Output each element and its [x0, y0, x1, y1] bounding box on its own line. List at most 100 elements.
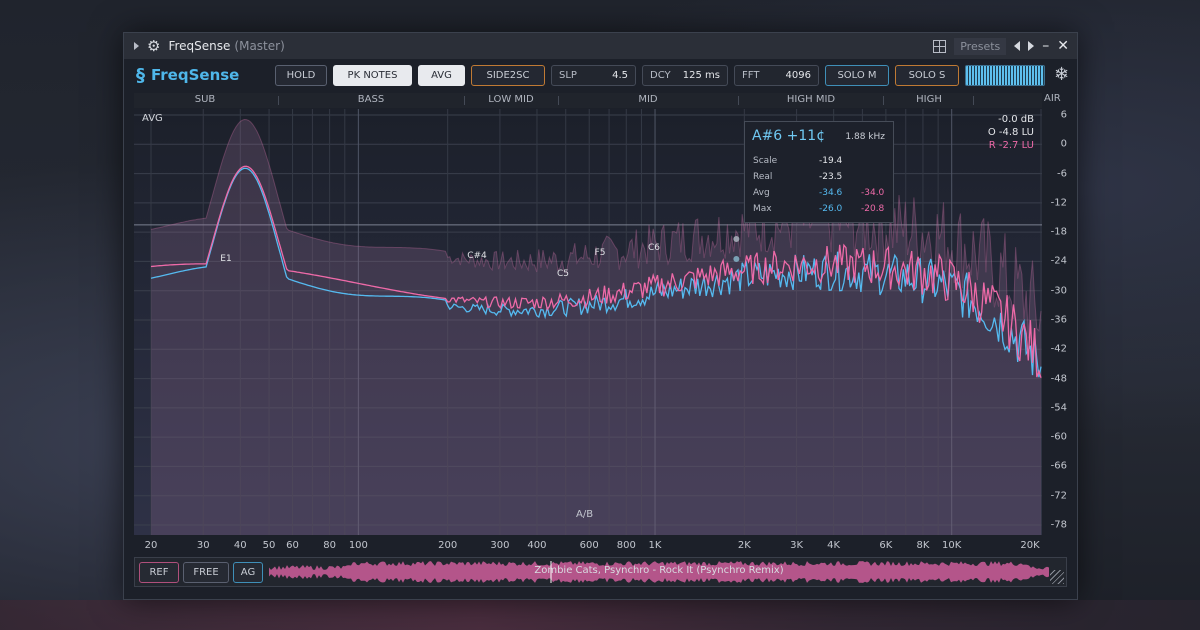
- band-low-mid: LOW MID: [488, 94, 534, 105]
- free-button[interactable]: FREE: [183, 562, 229, 583]
- note-label: E1: [220, 254, 232, 264]
- y-tick-label: -48: [1050, 373, 1067, 385]
- fft-value: 4096: [785, 70, 811, 81]
- spectrum-svg: [134, 109, 1042, 535]
- x-tick-label: 20: [144, 540, 158, 551]
- tooltip-value-b: -34.0: [861, 188, 885, 198]
- db-axis: 6 0 -6 -12 -18 -24 -30 -36 -42 -48 -54 -60 -66 -72 -78: [1042, 109, 1077, 535]
- tooltip-key: Scale: [753, 156, 778, 166]
- tooltip-key: Avg: [753, 188, 770, 198]
- x-tick-label: 50: [262, 540, 276, 551]
- slope-value: 4.5: [612, 70, 628, 81]
- minimize-button[interactable]: –: [1042, 39, 1049, 53]
- resize-handle-icon[interactable]: [1050, 570, 1064, 584]
- logo-icon: §: [136, 64, 145, 86]
- y-tick-label: -12: [1050, 197, 1067, 209]
- ab-label: A/B: [576, 509, 594, 520]
- collapse-arrow-icon[interactable]: [134, 42, 139, 50]
- x-tick-label: 10K: [942, 540, 962, 551]
- x-tick-label: 4K: [827, 540, 841, 551]
- y-tick-label: 0: [1060, 138, 1067, 150]
- x-tick-label: 80: [323, 540, 336, 551]
- note-label: C#4: [467, 251, 487, 261]
- grid-icon[interactable]: [933, 39, 947, 53]
- window-title: FreqSense: [168, 39, 231, 53]
- logo-text: FreqSense: [151, 66, 240, 84]
- y-tick-label: -78: [1050, 519, 1067, 531]
- plugin-window: ⚙ FreqSense (Master) Presets – ✕ § FreqS…: [123, 32, 1078, 600]
- y-tick-label: -24: [1050, 255, 1067, 267]
- spectrum-plot[interactable]: AVG A/B E1 C#4 C5 F5 C6 -0.0 dB O -4.8 L…: [134, 109, 1042, 535]
- title-bar: ⚙ FreqSense (Master) Presets – ✕: [124, 33, 1077, 59]
- pk-notes-button[interactable]: PK NOTES: [333, 65, 412, 86]
- band-sub: SUB: [194, 94, 216, 105]
- x-tick-label: 600: [579, 540, 599, 551]
- band-labels: SUB BASS LOW MID MID HIGH MID HIGH: [134, 93, 1042, 108]
- ref-button[interactable]: REF: [139, 562, 179, 583]
- peak-level: -0.0 dB: [998, 114, 1034, 125]
- hover-marker: [733, 255, 740, 262]
- slope-label: SLP: [559, 70, 577, 81]
- decay-value: 125 ms: [682, 70, 720, 81]
- y-tick-label: -6: [1057, 168, 1067, 180]
- band-high-mid: HIGH MID: [786, 94, 836, 105]
- loudness-readout: -0.0 dB O -4.8 LU R -2.7 LU: [988, 113, 1034, 152]
- y-tick-label: -36: [1050, 314, 1067, 326]
- hover-tooltip: A#6 +11¢ 1.88 kHz Scale -19.4 Real -23.5…: [744, 121, 894, 223]
- prev-preset-icon[interactable]: [1014, 41, 1021, 51]
- tooltip-frequency: 1.88 kHz: [845, 132, 885, 142]
- fft-control[interactable]: FFT 4096: [734, 65, 819, 86]
- gear-icon[interactable]: ⚙: [147, 38, 160, 54]
- band-mid: MID: [638, 94, 658, 105]
- hold-button[interactable]: HOLD: [275, 65, 327, 86]
- avg-button[interactable]: AVG: [418, 65, 465, 86]
- x-tick-label: 20K: [1020, 540, 1040, 551]
- freeze-icon[interactable]: ❄: [1054, 64, 1069, 85]
- tooltip-value: -19.4: [819, 156, 843, 166]
- x-tick-label: 2K: [737, 540, 751, 551]
- tooltip-row-scale: Scale -19.4: [753, 156, 887, 168]
- next-preset-icon[interactable]: [1028, 41, 1035, 51]
- hover-marker: [733, 235, 740, 242]
- solo-m-button[interactable]: SOLO M: [825, 65, 889, 86]
- tooltip-value: -23.5: [819, 172, 843, 182]
- side2sc-button[interactable]: SIDE2SC: [471, 65, 545, 86]
- tooltip-key: Max: [753, 204, 772, 214]
- y-tick-label: -30: [1050, 285, 1067, 297]
- y-tick-label: -66: [1050, 460, 1067, 472]
- tooltip-value-a: -26.0: [819, 204, 843, 214]
- tooltip-key: Real: [753, 172, 773, 182]
- note-label: C6: [647, 243, 661, 253]
- solo-s-button[interactable]: SOLO S: [895, 65, 959, 86]
- decay-label: DCY: [650, 70, 671, 81]
- tooltip-row-max: Max -26.0 -20.8: [753, 204, 887, 216]
- note-label: F5: [594, 248, 606, 258]
- y-tick-label: 6: [1060, 109, 1067, 121]
- y-tick-label: -72: [1050, 490, 1067, 502]
- presets-button[interactable]: Presets: [954, 37, 1007, 55]
- tooltip-value-b: -20.8: [861, 204, 885, 214]
- y-tick-label: -18: [1050, 226, 1067, 238]
- x-tick-label: 60: [286, 540, 299, 551]
- x-tick-label: 8K: [916, 540, 930, 551]
- ag-button[interactable]: AG: [233, 562, 263, 583]
- logo: § FreqSense: [136, 65, 272, 86]
- track-title: Zombie Cats, Psynchro - Rock It (Psynchr…: [534, 565, 784, 576]
- x-tick-label: 400: [527, 540, 547, 551]
- tooltip-row-real: Real -23.5: [753, 172, 887, 184]
- y-tick-label: -54: [1050, 402, 1067, 414]
- x-tick-label: 3K: [790, 540, 804, 551]
- mode-label: AVG: [142, 113, 163, 124]
- y-tick-label: -60: [1050, 431, 1067, 443]
- note-label: C5: [556, 269, 570, 279]
- slope-control[interactable]: SLP 4.5: [551, 65, 636, 86]
- x-tick-label: 40: [233, 540, 247, 551]
- y-tick-label: -42: [1050, 343, 1067, 355]
- close-button[interactable]: ✕: [1057, 39, 1069, 53]
- band-high: HIGH: [916, 94, 942, 105]
- max-spectrum-fill: [151, 119, 1041, 535]
- band-bass: BASS: [357, 94, 385, 105]
- fft-label: FFT: [742, 70, 760, 81]
- tooltip-row-avg: Avg -34.6 -34.0: [753, 188, 887, 200]
- decay-control[interactable]: DCY 125 ms: [642, 65, 728, 86]
